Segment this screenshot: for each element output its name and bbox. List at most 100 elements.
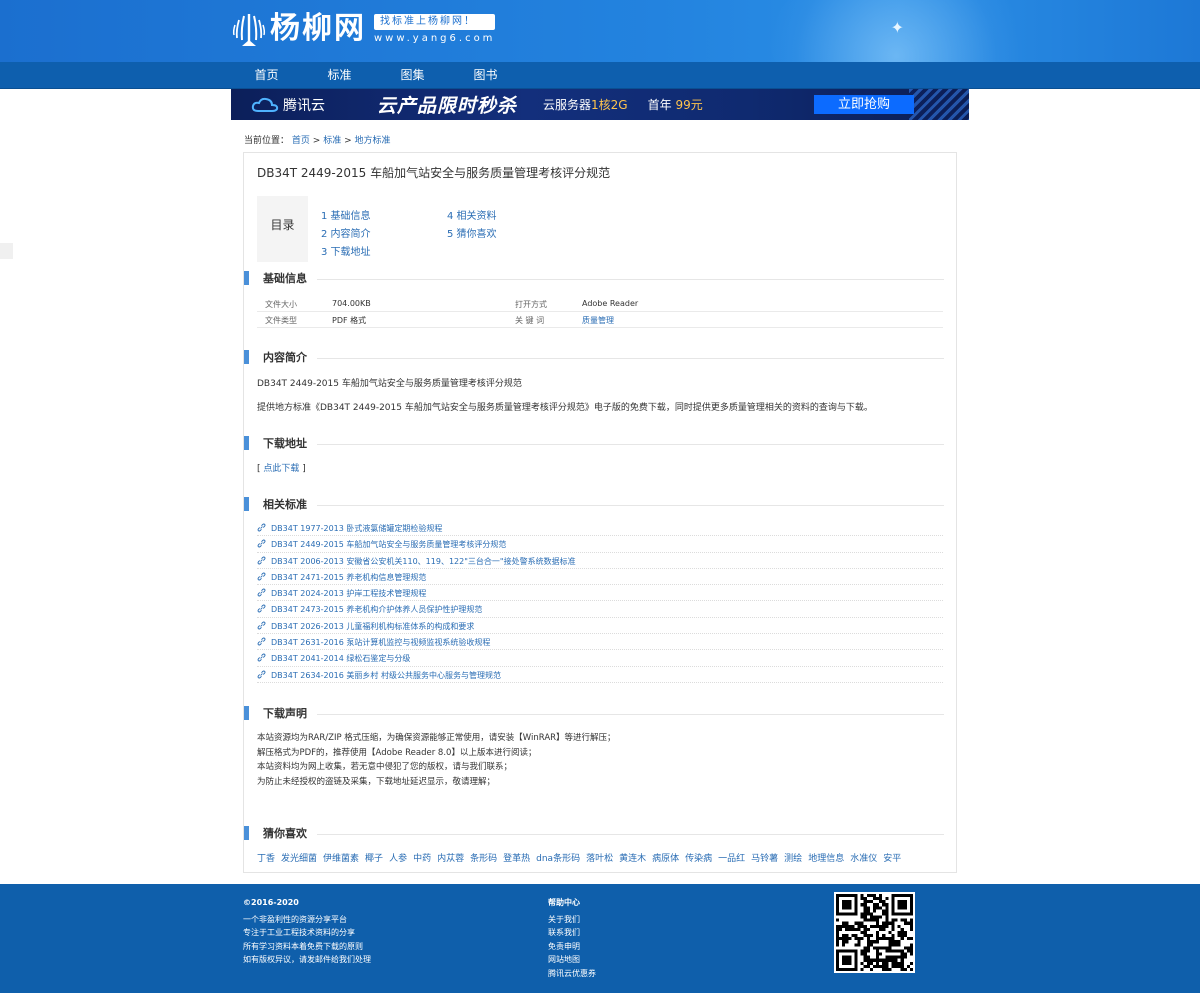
related-item[interactable]: DB34T 2041-2014 绿松石鉴定与分级 bbox=[257, 650, 943, 667]
related-item-link[interactable]: DB34T 2006-2013 安徽省公安机关110、119、122"三台合一"… bbox=[271, 556, 576, 567]
related-item[interactable]: DB34T 2471-2015 养老机构信息管理规范 bbox=[257, 569, 943, 586]
related-item-link[interactable]: DB34T 2024-2013 护岸工程技术管理规程 bbox=[271, 588, 426, 599]
footer-help-title: 帮助中心 bbox=[548, 898, 580, 907]
section-divider bbox=[317, 358, 944, 359]
related-item[interactable]: DB34T 2631-2016 泵站计算机监控与视频监视系统验收规程 bbox=[257, 634, 943, 651]
tag-link[interactable]: 一品红 bbox=[718, 851, 745, 864]
toc-item-download[interactable]: 3 下载地址 bbox=[321, 243, 371, 258]
related-item-link[interactable]: DB34T 1977-2013 卧式液氯储罐定期检验规程 bbox=[271, 523, 442, 534]
site-logo[interactable]: 杨柳网 找标准上杨柳网！ www.yang6.com bbox=[232, 10, 496, 48]
declaration-line: 解压格式为PDF的，推荐使用【Adobe Reader 8.0】以上版本进行阅读… bbox=[257, 747, 537, 758]
tag-link[interactable]: 水准仪 bbox=[850, 851, 877, 864]
keyword-link[interactable]: 质量管理 bbox=[582, 315, 614, 326]
related-item[interactable]: DB34T 2449-2015 车船加气站安全与服务质量管理考核评分规范 bbox=[257, 536, 943, 553]
ad-buy-button[interactable]: 立即抢购 bbox=[814, 95, 914, 114]
footer-link-about[interactable]: 关于我们 bbox=[548, 913, 596, 927]
tag-link[interactable]: 马铃薯 bbox=[751, 851, 778, 864]
ad-brand: 腾讯云 bbox=[283, 97, 325, 114]
tag-link[interactable]: 安平 bbox=[883, 851, 901, 864]
toc-item-related[interactable]: 4 相关资料 bbox=[447, 207, 497, 222]
section-marker bbox=[244, 826, 249, 840]
tag-link[interactable]: 登革热 bbox=[503, 851, 530, 864]
related-item-link[interactable]: DB34T 2026-2013 儿童福利机构标准体系的构成和要求 bbox=[271, 621, 474, 632]
tag-link[interactable]: 传染病 bbox=[685, 851, 712, 864]
related-item[interactable]: DB34T 2634-2016 美丽乡村 村级公共服务中心服务与管理规范 bbox=[257, 667, 943, 683]
toc-item-intro[interactable]: 2 内容简介 bbox=[321, 225, 371, 240]
breadcrumb-home[interactable]: 首页 bbox=[292, 136, 310, 146]
tag-link[interactable]: 病原体 bbox=[652, 851, 679, 864]
link-icon bbox=[257, 670, 266, 679]
toc-item-guess[interactable]: 5 猜你喜欢 bbox=[447, 225, 497, 240]
footer-link-coupon[interactable]: 腾讯云优惠券 bbox=[548, 967, 596, 981]
tag-link[interactable]: 椰子 bbox=[365, 851, 383, 864]
tag-list: 丁香 发光细菌 伊维菌素 椰子 人参 中药 内苁蓉 条形码 登革热 dna条形码 落叶松 黄连木 病原体… bbox=[257, 851, 907, 864]
tag-link[interactable]: 落叶松 bbox=[586, 851, 613, 864]
tag-link[interactable]: 内苁蓉 bbox=[437, 851, 464, 864]
tag-link[interactable]: 测绘 bbox=[784, 851, 802, 864]
ad-price-prefix: 首年 bbox=[647, 98, 672, 112]
open-with-value: Adobe Reader bbox=[582, 299, 639, 308]
download-link[interactable]: 点此下载 bbox=[263, 464, 299, 474]
section-title: 下载地址 bbox=[263, 437, 307, 450]
section-intro: 内容简介 bbox=[244, 349, 944, 365]
nav-item-standards[interactable]: 标准 bbox=[303, 62, 376, 89]
related-item-link[interactable]: DB34T 2631-2016 泵站计算机监控与视频监视系统验收规程 bbox=[271, 637, 490, 648]
tag-link[interactable]: 地理信息 bbox=[808, 851, 844, 864]
table-of-contents: 目录 1 基础信息 2 内容简介 3 下载地址 4 相关资料 5 猜你喜欢 bbox=[257, 196, 507, 262]
tag-link[interactable]: 丁香 bbox=[257, 851, 275, 864]
ad-banner[interactable]: 腾讯云 云产品限时秒杀 云服务器1核2G 首年 99元 立即抢购 bbox=[231, 89, 969, 120]
section-divider bbox=[317, 444, 944, 445]
file-size-value: 704.00KB bbox=[332, 299, 371, 308]
related-item-link[interactable]: DB34T 2449-2015 车船加气站安全与服务质量管理考核评分规范 bbox=[271, 539, 506, 550]
nav-item-home[interactable]: 首页 bbox=[230, 62, 303, 89]
related-item[interactable]: DB34T 2026-2013 儿童福利机构标准体系的构成和要求 bbox=[257, 618, 943, 635]
section-marker bbox=[244, 497, 249, 511]
qr-code-graphic bbox=[836, 894, 913, 971]
info-row: 文件大小 704.00KB 打开方式 Adobe Reader bbox=[257, 296, 943, 312]
site-footer: ©2016-2020 一个非盈利性的资源分享平台 专注于工业工程技术资料的分享 … bbox=[0, 884, 1200, 993]
logo-slogan: 找标准上杨柳网！ bbox=[374, 14, 496, 30]
ad-price: 首年 99元 bbox=[648, 96, 703, 113]
footer-link-sitemap[interactable]: 网站地图 bbox=[548, 953, 596, 967]
related-item[interactable]: DB34T 2006-2013 安徽省公安机关110、119、122"三台合一"… bbox=[257, 553, 943, 569]
tag-link[interactable]: 中药 bbox=[413, 851, 431, 864]
ad-price-highlight: 99元 bbox=[675, 98, 703, 112]
footer-link-contact[interactable]: 联系我们 bbox=[548, 926, 596, 940]
cloud-icon bbox=[251, 97, 279, 112]
tag-link[interactable]: dna条形码 bbox=[536, 851, 580, 864]
side-tab[interactable] bbox=[0, 243, 13, 259]
related-item-link[interactable]: DB34T 2473-2015 养老机构介护体养人员保护性护理规范 bbox=[271, 604, 482, 615]
globe-decoration bbox=[770, 0, 1050, 62]
section-guess: 猜你喜欢 bbox=[244, 825, 944, 841]
footer-line: 所有学习资料本着免费下载的原则 bbox=[243, 941, 363, 951]
nav-item-atlas[interactable]: 图集 bbox=[376, 62, 449, 89]
related-item-link[interactable]: DB34T 2471-2015 养老机构信息管理规范 bbox=[271, 572, 426, 583]
related-item-link[interactable]: DB34T 2041-2014 绿松石鉴定与分级 bbox=[271, 653, 410, 664]
document-card: DB34T 2449-2015 车船加气站安全与服务质量管理考核评分规范 目录 … bbox=[243, 152, 957, 873]
footer-line: 专注于工业工程技术资料的分享 bbox=[243, 928, 355, 937]
toc-label: 目录 bbox=[257, 196, 308, 262]
link-icon bbox=[257, 572, 266, 581]
nav-item-books[interactable]: 图书 bbox=[449, 62, 522, 89]
footer-link-disclaimer[interactable]: 免责申明 bbox=[548, 940, 596, 954]
download-line: [ 点此下载 ] bbox=[257, 461, 306, 474]
breadcrumb-local-standards[interactable]: 地方标准 bbox=[354, 136, 390, 146]
related-item[interactable]: DB34T 1977-2013 卧式液氯储罐定期检验规程 bbox=[257, 520, 943, 537]
tag-link[interactable]: 黄连木 bbox=[619, 851, 646, 864]
breadcrumb-standards[interactable]: 标准 bbox=[323, 136, 341, 146]
related-item[interactable]: DB34T 2024-2013 护岸工程技术管理规程 bbox=[257, 585, 943, 602]
tag-link[interactable]: 发光细菌 bbox=[281, 851, 317, 864]
section-declaration: 下载声明 bbox=[244, 705, 944, 721]
related-item-link[interactable]: DB34T 2634-2016 美丽乡村 村级公共服务中心服务与管理规范 bbox=[271, 670, 501, 681]
link-icon bbox=[257, 637, 266, 646]
tag-link[interactable]: 条形码 bbox=[470, 851, 497, 864]
intro-line-1: DB34T 2449-2015 车船加气站安全与服务质量管理考核评分规范 bbox=[257, 379, 522, 389]
ad-spec-prefix: 云服务器 bbox=[543, 98, 592, 112]
breadcrumb-prefix: 当前位置： bbox=[244, 136, 290, 146]
toc-item-basic-info[interactable]: 1 基础信息 bbox=[321, 207, 371, 222]
keywords-label: 关 键 词 bbox=[515, 316, 545, 325]
tag-link[interactable]: 伊维菌素 bbox=[323, 851, 359, 864]
tag-link[interactable]: 人参 bbox=[389, 851, 407, 864]
related-item[interactable]: DB34T 2473-2015 养老机构介护体养人员保护性护理规范 bbox=[257, 601, 943, 618]
declaration-line: 本站资源均为RAR/ZIP 格式压缩，为确保资源能够正常使用，请安装【WinRA… bbox=[257, 733, 616, 743]
